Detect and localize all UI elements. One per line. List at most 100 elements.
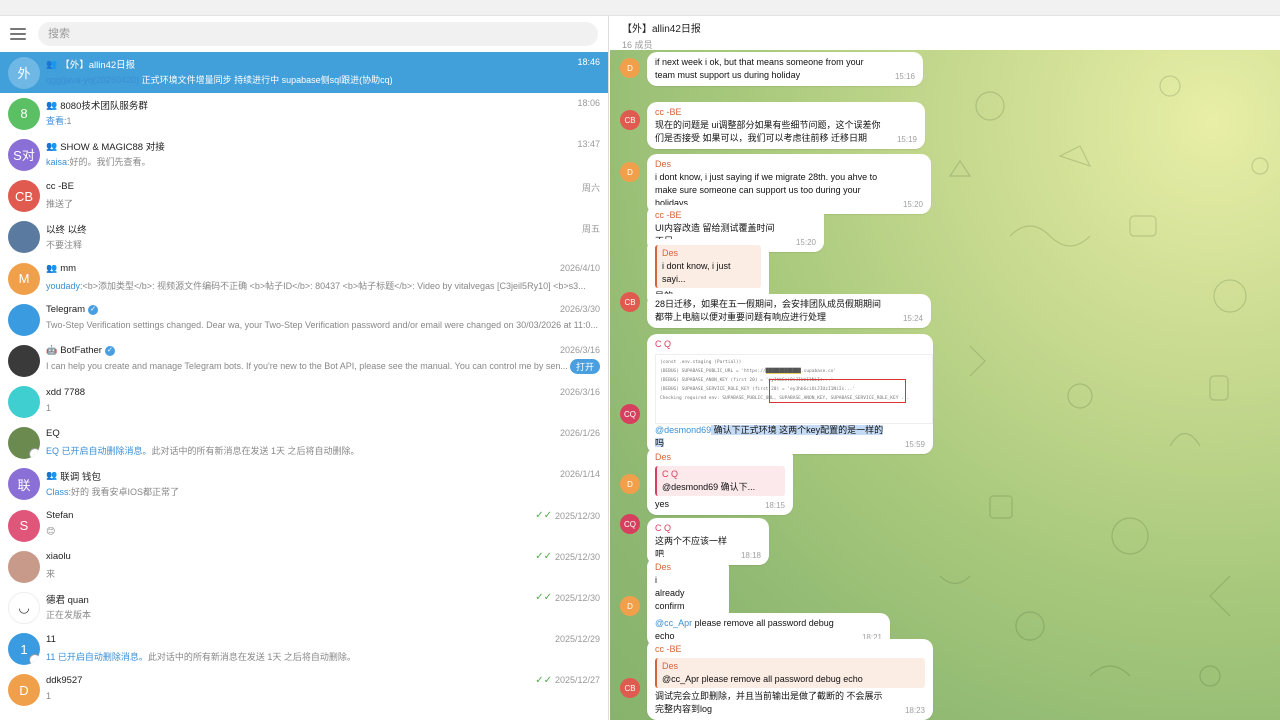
chat-title: 👥 8080技术团队服务群 xyxy=(46,98,148,113)
message-text-content: 调试完会立即删除，并且当前输出是做了截断的 不会展示完整内容到log xyxy=(655,691,883,714)
conversation-title: 【外】allin42日报 xyxy=(622,24,701,35)
chat-preview-text: Two-Step Verification settings changed. … xyxy=(46,320,598,331)
message-text-content: 28日迁移，如果在五一假期间，会安排团队成员假期期间都带上电脑以便对重要问题有响… xyxy=(655,299,882,322)
chat-item[interactable]: 联 👥 联调 钱包 2026/1/14 Class:好的 我看安卓IOS都正常了 xyxy=(0,464,608,505)
avatar: ◡ xyxy=(8,592,40,625)
message-sender[interactable]: Des xyxy=(655,561,721,574)
avatar: 联 xyxy=(8,468,40,501)
chat-item[interactable]: S对 👥 SHOW & MAGIC88 对接 13:47 kaisa:好的。我们先查看。 xyxy=(0,134,608,175)
message-sender[interactable]: Des xyxy=(655,158,923,171)
chat-preview: 正在发版本 xyxy=(46,608,600,621)
chat-item-body: 👥 联调 钱包 2026/1/14 Class:好的 我看安卓IOS都正常了 xyxy=(46,464,600,505)
chat-item[interactable]: 1 11 2025/12/29 11 已开启自动删除消息。此对话中的所有新消息在发送 … xyxy=(0,629,608,670)
chat-time: ✓✓ 2025/12/30 xyxy=(535,592,600,603)
message-time: 15:24 xyxy=(902,314,923,323)
message-text-content: i already confirm xyxy=(655,575,685,611)
chat-time: 2026/4/10 xyxy=(560,263,600,273)
chat-item-body: 德君 quan ✓✓ 2025/12/30 正在发版本 xyxy=(46,587,600,628)
message-time: 15:16 xyxy=(894,72,915,81)
reply-quote[interactable]: C Q @desmond69 确认下... xyxy=(655,466,785,496)
chat-preview-text: 好的 我看安卓IOS都正常了 xyxy=(71,486,180,497)
message-sender[interactable]: Des xyxy=(655,451,785,464)
chat-time: 2026/1/14 xyxy=(560,469,600,479)
mention-link[interactable]: @cc_Apr xyxy=(655,618,692,628)
search-input[interactable] xyxy=(38,22,598,46)
chat-title-text: 8080技术团队服务群 xyxy=(60,101,148,113)
chat-preview: 来 xyxy=(46,567,600,580)
message-sender[interactable]: C Q xyxy=(655,338,925,351)
chat-title-text: xiaolu xyxy=(46,551,71,563)
sender-avatar[interactable]: CQ xyxy=(620,404,640,424)
message-text: 调试完会立即删除，并且当前输出是做了截断的 不会展示完整内容到log xyxy=(655,690,925,716)
chat-item[interactable]: CB cc -BE 周六 推送了 xyxy=(0,176,608,217)
message-text: if next week i ok, but that means someon… xyxy=(655,56,915,82)
read-check-icon: ✓✓ xyxy=(535,674,552,686)
avatar: CB xyxy=(8,180,40,213)
menu-icon[interactable] xyxy=(10,28,26,40)
avatar: 8 xyxy=(8,97,40,130)
sender-avatar[interactable]: CB xyxy=(620,292,640,312)
message-sender[interactable]: cc -BE xyxy=(655,106,917,119)
chat-title: xiaolu xyxy=(46,551,71,562)
sender-avatar[interactable]: D xyxy=(620,162,640,182)
reply-quote[interactable]: Des i dont know, i just sayi... xyxy=(655,245,761,288)
group-icon: 👥 xyxy=(46,58,58,69)
chat-item[interactable]: xdd 7788 2026/3/16 1 xyxy=(0,382,608,423)
chat-title: 以终 以终 xyxy=(46,222,87,236)
message-bubble[interactable]: cc -BE 现在的问题是 ui调整部分如果有些细节问题，这个误差你们是否接受 如… xyxy=(647,102,925,149)
chat-item-body: 👥 SHOW & MAGIC88 对接 13:47 kaisa:好的。我们先查看。 xyxy=(46,134,600,175)
sender-avatar[interactable]: CB xyxy=(620,678,640,698)
reply-quote-sender: Des xyxy=(662,661,679,671)
conversation-header[interactable]: 【外】allin42日报 16 成员 xyxy=(610,16,1280,50)
reply-quote-text: @desmond69 确认下... xyxy=(662,482,756,492)
sender-avatar[interactable]: D xyxy=(620,474,640,494)
chat-item[interactable]: Telegram ✓ 2026/3/30 Two-Step Verification … xyxy=(0,299,608,340)
chat-item[interactable]: 外 👥 【外】allin42日报 18:46 qgg(java-yq(20260420)… xyxy=(0,52,608,94)
avatar xyxy=(8,386,40,419)
message-bubble[interactable]: cc -BE Des @cc_Apr please remove all passw… xyxy=(647,639,933,720)
search-bar xyxy=(0,16,608,52)
avatar xyxy=(8,303,40,336)
message-list: Dif next week i ok, but that means someo… xyxy=(610,16,1280,720)
message-bubble[interactable]: 28日迁移，如果在五一假期间，会安排团队成员假期期间都带上电脑以便对重要问题有响… xyxy=(647,294,931,328)
chat-preview-sender: qgg(java-yq(20260420) xyxy=(46,75,140,85)
sender-avatar[interactable]: CB xyxy=(620,110,640,130)
chat-item[interactable]: 8 👥 8080技术团队服务群 18:06 查看:1 xyxy=(0,93,608,134)
chat-item[interactable]: EQ 2026/1/26 EQ 已开启自动删除消息。此对话中的所有新消息在发送 1天… xyxy=(0,423,608,464)
message-text: i already confirm xyxy=(655,574,721,613)
chat-preview-sender: kaisa: xyxy=(46,157,70,168)
chat-preview-sender: 11 已开启自动删除消息。 xyxy=(46,651,148,662)
chat-time-text: 2026/4/10 xyxy=(559,262,600,273)
sender-avatar[interactable]: D xyxy=(620,596,640,616)
message-text-content: 这两个不应该一样吧 xyxy=(655,536,728,559)
chat-item[interactable]: M 👥 mm 2026/4/10 youdady:<b>添加类型</b>: 视频源文件编… xyxy=(0,258,608,299)
avatar xyxy=(8,550,40,583)
chat-item[interactable]: xiaolu ✓✓ 2025/12/30 来 xyxy=(0,546,608,587)
chat-item[interactable]: Dddk9527 ✓✓ 2025/12/27 1 xyxy=(0,670,608,711)
chat-item[interactable]: S Stefan ✓✓ 2025/12/30 😊 xyxy=(0,505,608,546)
chat-item[interactable]: 以终 以终 周五 不要注释 xyxy=(0,217,608,258)
chat-title: 👥 【外】allin42日报 xyxy=(46,57,136,72)
chat-time: 2026/1/26 xyxy=(560,428,600,438)
reply-quote[interactable]: Des @cc_Apr please remove all password de… xyxy=(655,658,925,688)
message-sender[interactable]: cc -BE xyxy=(655,643,925,656)
message-bubble[interactable]: if next week i ok, but that means someon… xyxy=(647,52,923,86)
sender-avatar[interactable]: CQ xyxy=(620,514,640,534)
message-sender[interactable]: C Q xyxy=(655,522,761,535)
message-bubble[interactable]: C Q (const .env.staging (Partial)) (DEBUG)… xyxy=(647,334,933,454)
conversation-member-count: 16 成员 xyxy=(622,40,653,50)
open-bot-button[interactable]: 打开 xyxy=(569,359,600,375)
chat-item[interactable]: 🤖 BotFather ✓ 2026/3/16 I can help you creat… xyxy=(0,340,608,381)
chat-preview: I can help you create and manage Telegra… xyxy=(46,361,600,371)
chat-item-body: 11 2025/12/29 11 已开启自动删除消息。此对话中的所有新消息在发送 1… xyxy=(46,629,600,670)
message-bubble[interactable]: Des C Q @desmond69 确认下... yes 18:15 xyxy=(647,447,793,515)
chat-item[interactable]: ◡ 德君 quan ✓✓ 2025/12/30 正在发版本 xyxy=(0,587,608,628)
chat-item-body: 👥 【外】allin42日报 18:46 qgg(java-yq(20260420) … xyxy=(46,52,600,93)
mention-link[interactable]: @desmond69 xyxy=(655,425,711,435)
timer-badge-icon xyxy=(29,654,40,666)
message-sender[interactable]: cc -BE xyxy=(655,209,816,222)
code-screenshot-image[interactable]: (const .env.staging (Partial)) (DEBUG) SU… xyxy=(655,354,933,424)
chat-item-body: xdd 7788 2026/3/16 1 xyxy=(46,382,600,423)
sender-avatar[interactable]: D xyxy=(620,58,640,78)
chat-title-text: 【外】allin42日报 xyxy=(60,60,136,71)
